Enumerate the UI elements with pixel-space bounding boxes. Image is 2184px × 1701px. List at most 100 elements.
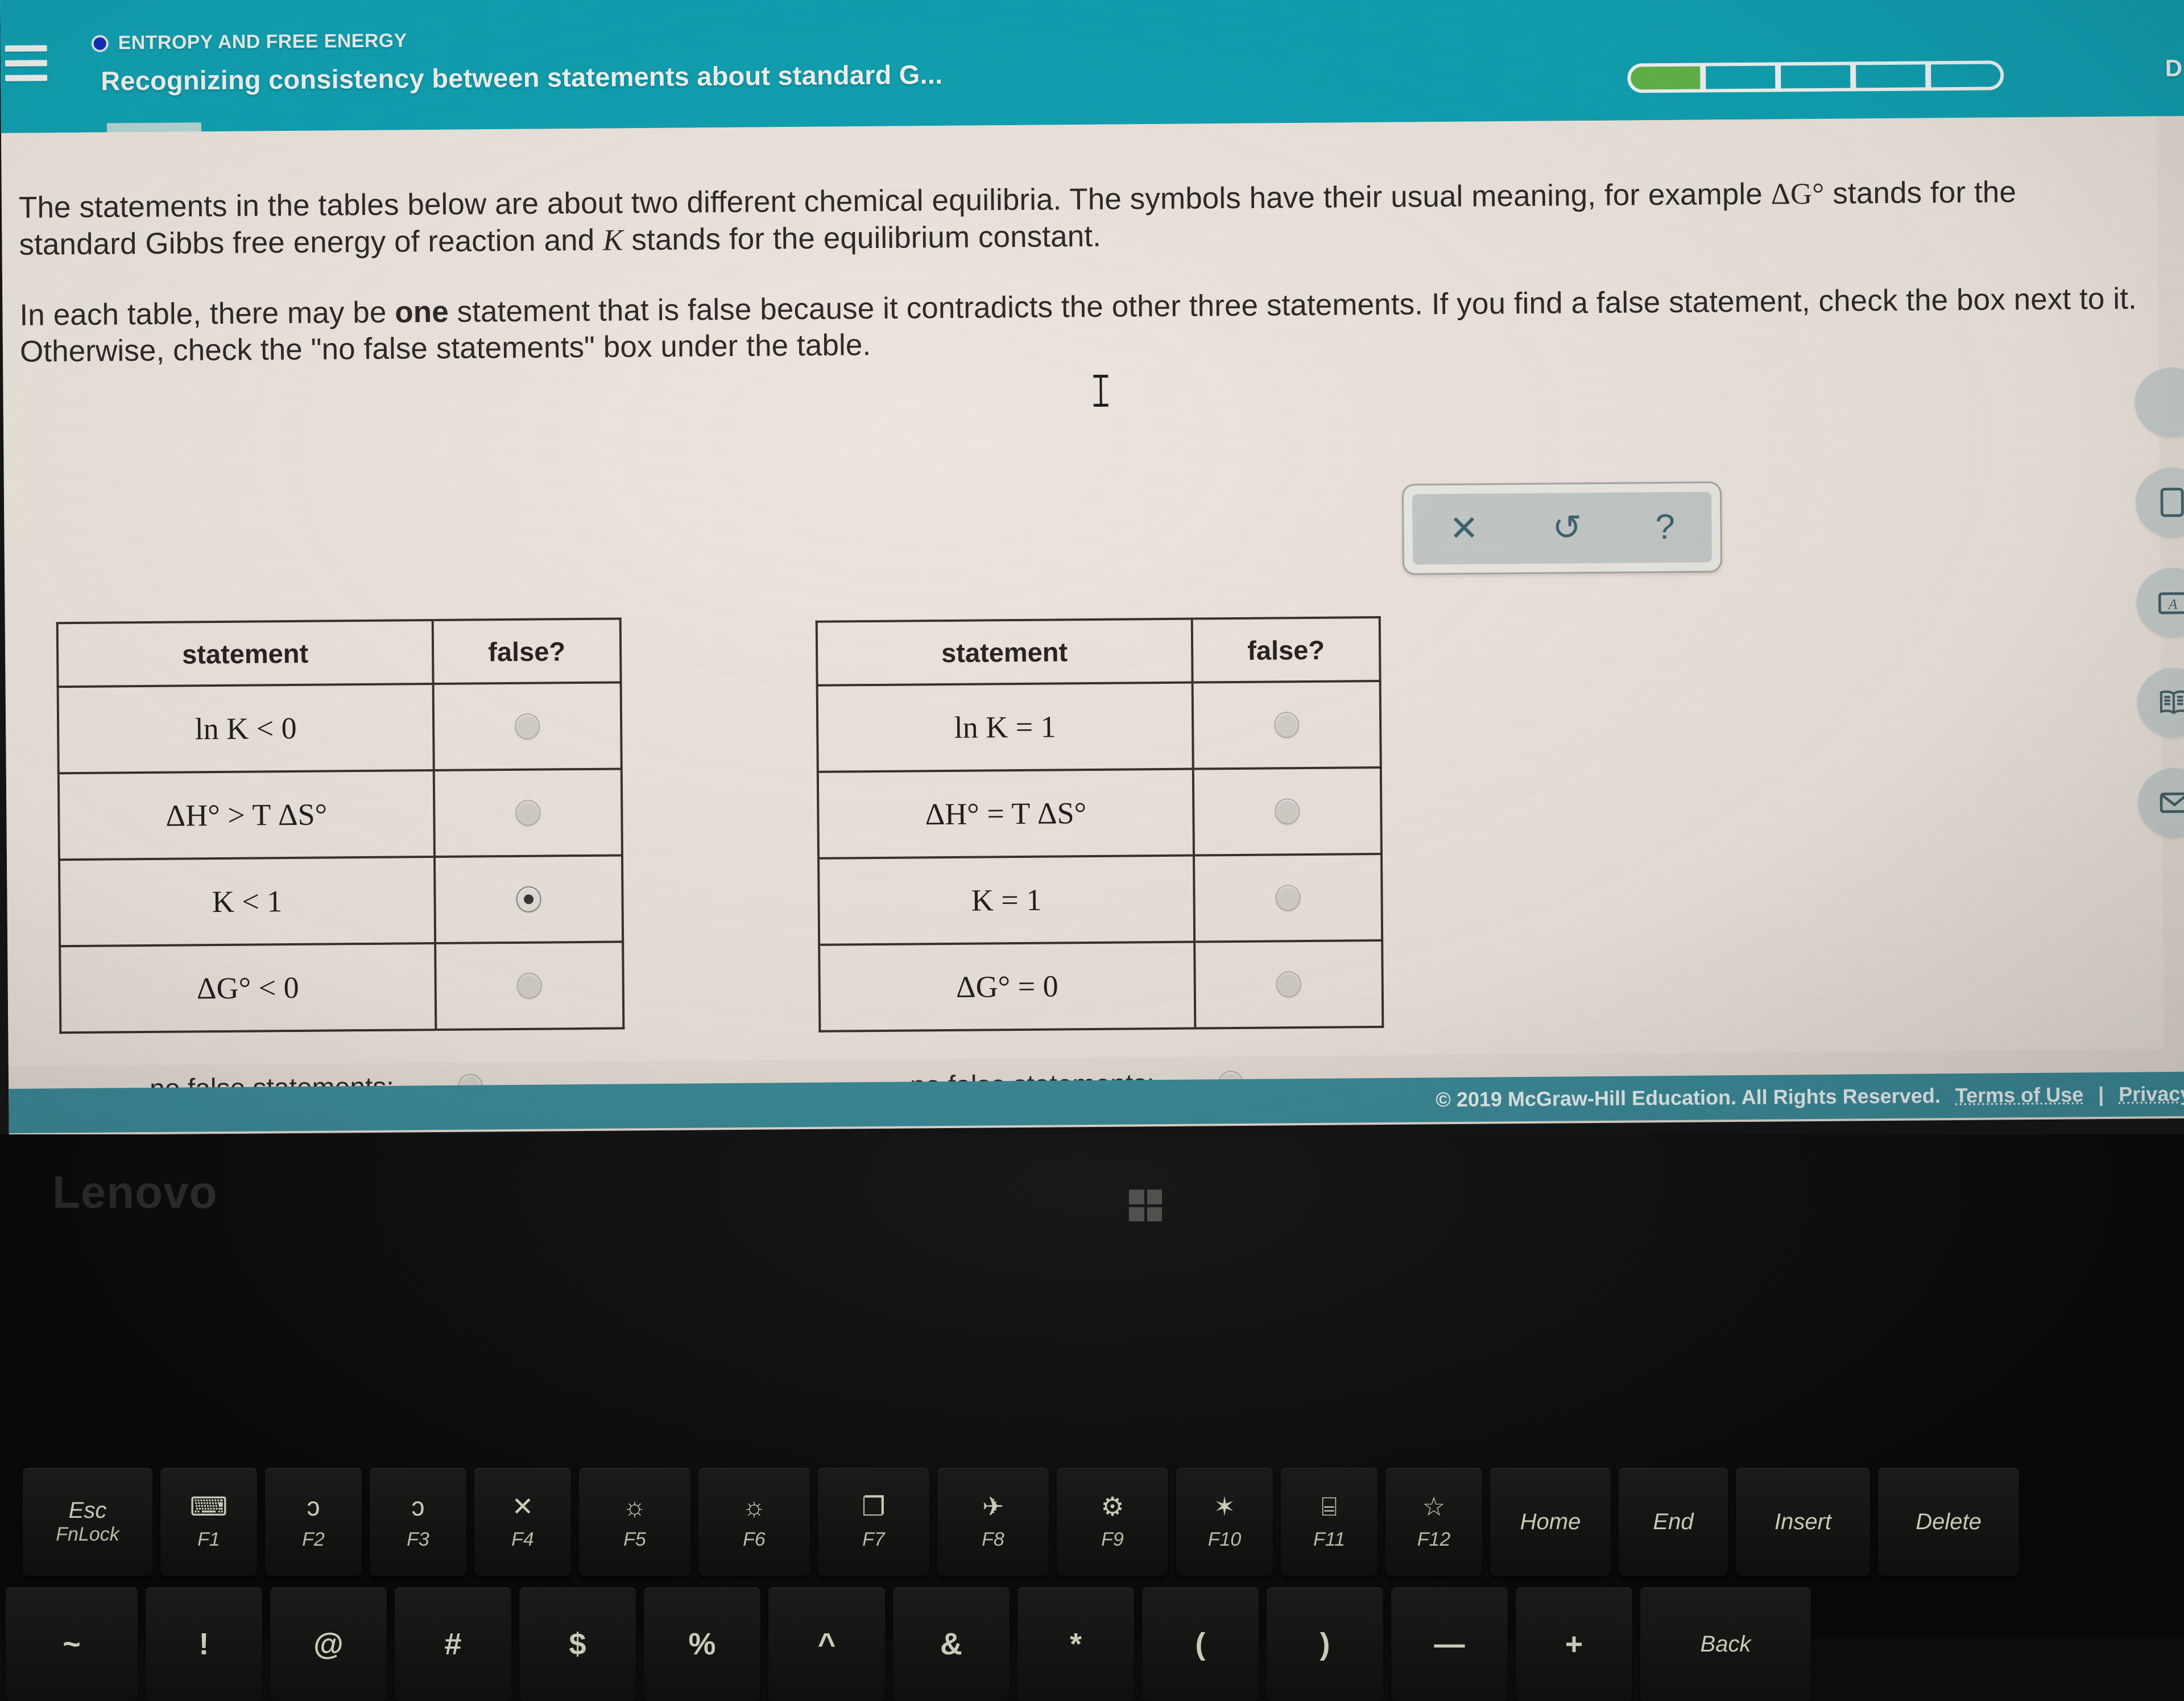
- key-f11[interactable]: ⌸ F11: [1281, 1468, 1378, 1576]
- false-radio-cell[interactable]: [1194, 854, 1382, 942]
- radio-button[interactable]: [1275, 798, 1300, 824]
- radio-button[interactable]: [1276, 971, 1301, 997]
- false-radio-cell[interactable]: [1193, 681, 1381, 769]
- false-radio-cell[interactable]: [435, 855, 623, 943]
- key-f3[interactable]: ᴐF3: [370, 1468, 466, 1576]
- key-f10[interactable]: ✶ F10: [1176, 1468, 1273, 1576]
- radio-button[interactable]: [1275, 885, 1300, 911]
- column-header-false: false?: [433, 618, 621, 684]
- undo-icon[interactable]: ↺: [1552, 510, 1582, 546]
- statement-cell: ln K = 1: [817, 683, 1193, 772]
- key-home[interactable]: Home: [1490, 1468, 1611, 1576]
- key-f12[interactable]: ☆F12: [1385, 1468, 1482, 1576]
- key-delete[interactable]: Delete: [1878, 1468, 2019, 1576]
- mute-icon: ⌨: [190, 1493, 228, 1520]
- key-label: #: [444, 1626, 461, 1662]
- key-label: *: [1070, 1626, 1082, 1662]
- table-row: ΔH° > T ΔS°: [59, 769, 622, 860]
- key-#[interactable]: #: [395, 1587, 511, 1701]
- key-fn-label: F11: [1313, 1529, 1345, 1551]
- key-fn-label: F6: [743, 1529, 766, 1551]
- brightness-up-icon: ☼: [742, 1493, 766, 1520]
- key-$[interactable]: $: [519, 1587, 636, 1701]
- key-insert[interactable]: Insert: [1736, 1468, 1870, 1576]
- key-fnlock[interactable]: EscFnLock: [23, 1468, 152, 1576]
- table-header-row: statement false?: [57, 618, 621, 687]
- instr1-c: stands for the equilibrium constant.: [623, 219, 1101, 257]
- progress-segment-1: [1627, 63, 1703, 93]
- key-fn-label: F7: [862, 1529, 885, 1551]
- key-fn-label: F8: [982, 1529, 1004, 1551]
- key-^[interactable]: ^: [768, 1587, 885, 1701]
- radio-button[interactable]: [515, 800, 540, 826]
- clear-icon[interactable]: ✕: [1449, 511, 1479, 547]
- key-label: !: [199, 1626, 209, 1662]
- key-fn-label: F10: [1208, 1529, 1242, 1551]
- radio-button-selected[interactable]: [516, 886, 541, 913]
- key-([interactable]: (: [1142, 1587, 1259, 1701]
- radio-button[interactable]: [517, 973, 542, 999]
- key-fn-label: F9: [1101, 1529, 1124, 1551]
- instr2-a: In each table, there may be: [19, 296, 395, 332]
- svg-text:A: A: [2168, 596, 2178, 613]
- key-~[interactable]: ~: [6, 1587, 138, 1701]
- false-radio-cell[interactable]: [1194, 940, 1383, 1029]
- key-label: ^: [818, 1626, 836, 1662]
- key-f6[interactable]: ☼ F6: [698, 1468, 810, 1576]
- key-label: ~: [63, 1626, 81, 1662]
- table-row: ln K < 0: [58, 682, 622, 773]
- key-f7[interactable]: ❐ F7: [818, 1468, 929, 1576]
- copyright-separator: |: [2098, 1083, 2104, 1107]
- help-icon[interactable]: ?: [1655, 510, 1675, 545]
- mail-envelope-icon[interactable]: [2138, 768, 2184, 838]
- key-label: —: [1434, 1626, 1465, 1662]
- key-back[interactable]: Back: [1640, 1587, 1811, 1701]
- statement-cell: K = 1: [818, 856, 1194, 945]
- blank-circle-icon[interactable]: [2135, 368, 2184, 437]
- radio-button[interactable]: [1274, 712, 1299, 738]
- key-end[interactable]: End: [1619, 1468, 1728, 1576]
- false-radio-cell[interactable]: [435, 942, 623, 1030]
- key-—[interactable]: —: [1391, 1587, 1508, 1701]
- privacy-link[interactable]: Privacy: [2119, 1082, 2184, 1107]
- progress-segment-5: [1927, 60, 2004, 90]
- instr1-a: The statements in the tables below are a…: [19, 177, 1771, 225]
- bluetooth-icon: ✶: [1214, 1493, 1236, 1520]
- key-&[interactable]: &: [893, 1587, 1010, 1701]
- key-%[interactable]: %: [644, 1587, 760, 1701]
- header-right-label[interactable]: D: [2165, 55, 2183, 82]
- question-content: The statements in the tables below are a…: [1, 116, 2164, 1066]
- hamburger-menu-icon[interactable]: [5, 45, 48, 82]
- key-*[interactable]: *: [1017, 1587, 1134, 1701]
- terms-of-use-link[interactable]: Terms of Use: [1955, 1083, 2084, 1108]
- keyboard-icon: ⌸: [1321, 1493, 1337, 1520]
- key-)[interactable]: ): [1267, 1587, 1383, 1701]
- table-row: K = 1: [818, 854, 1382, 945]
- key-fn-label: FnLock: [56, 1524, 119, 1546]
- key-f4[interactable]: ✕F4: [474, 1468, 571, 1576]
- statement-cell: ΔG° < 0: [60, 943, 436, 1033]
- star-icon: ☆: [1422, 1493, 1445, 1520]
- side-tool-rail: A: [2135, 368, 2184, 838]
- key-fn-label: F5: [623, 1529, 646, 1551]
- a-box-icon[interactable]: A: [2136, 568, 2184, 638]
- false-radio-cell[interactable]: [1193, 767, 1381, 856]
- false-radio-cell[interactable]: [434, 769, 622, 857]
- key-@[interactable]: @: [270, 1587, 387, 1701]
- key-f9[interactable]: ⚙F9: [1057, 1468, 1168, 1576]
- document-icon[interactable]: [2136, 468, 2184, 538]
- key-+[interactable]: +: [1516, 1587, 1632, 1701]
- false-radio-cell[interactable]: [433, 682, 622, 770]
- lenovo-brand-logo: Lenovo: [52, 1166, 217, 1219]
- open-book-icon[interactable]: [2137, 668, 2184, 738]
- key-f5[interactable]: ☼F5: [579, 1468, 690, 1576]
- column-header-statement: statement: [817, 619, 1193, 686]
- key-f8[interactable]: ✈F8: [937, 1468, 1049, 1576]
- key-f2[interactable]: ᴐF2: [265, 1468, 362, 1576]
- radio-button[interactable]: [515, 713, 540, 740]
- display-switch-icon: ❐: [862, 1493, 885, 1520]
- key-label: Esc: [69, 1498, 107, 1524]
- key-![interactable]: !: [146, 1587, 262, 1701]
- table-row: ΔH° = T ΔS°: [818, 767, 1381, 858]
- key-f1[interactable]: ⌨F1: [160, 1468, 257, 1576]
